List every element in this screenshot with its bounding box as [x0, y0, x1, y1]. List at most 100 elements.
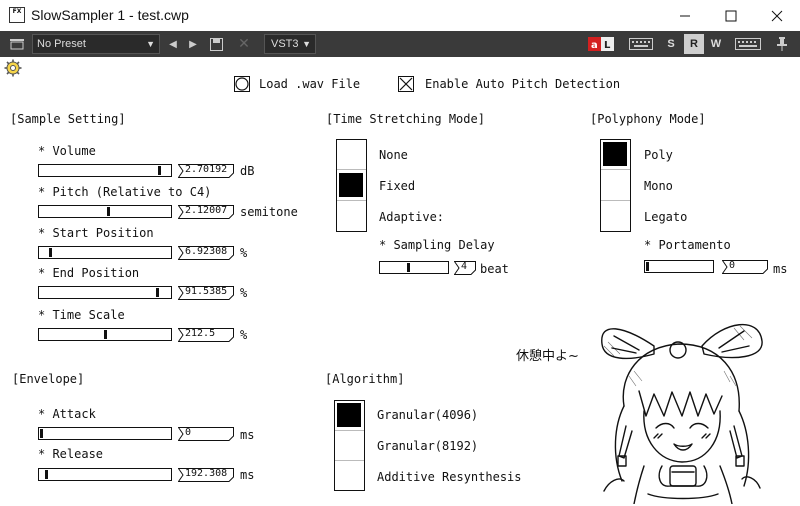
settings-gear-icon[interactable]: [4, 59, 22, 77]
preset-name: No Preset: [37, 38, 86, 50]
save-icon: [209, 37, 223, 51]
polyphony-option-mono[interactable]: [601, 171, 630, 201]
time-stretch-option-adaptive[interactable]: [337, 202, 366, 232]
chevron-down-icon: ▼: [146, 39, 155, 49]
release-value-box[interactable]: 192.308: [178, 468, 234, 482]
attack-value-box[interactable]: 0: [178, 427, 234, 441]
polyphony-label-poly[interactable]: Poly: [644, 148, 673, 162]
algorithm-option-granular-4096[interactable]: [335, 401, 364, 431]
end-position-value-box[interactable]: 91.5385: [178, 286, 234, 300]
attack-label: * Attack: [38, 407, 96, 421]
sampling-delay-unit: beat: [480, 262, 509, 276]
time-stretch-label-adaptive[interactable]: Adaptive:: [379, 210, 444, 224]
plugin-format-dropdown[interactable]: VST3 ▼: [264, 34, 316, 54]
routing-icon: aL: [588, 37, 614, 51]
algorithm-label-granular-8192[interactable]: Granular(8192): [377, 439, 478, 453]
close-button[interactable]: [754, 0, 800, 31]
time-stretch-label-fixed[interactable]: Fixed: [379, 179, 415, 193]
pin-icon: [777, 37, 787, 51]
menu-button[interactable]: [6, 34, 28, 54]
read-automation-button[interactable]: R: [684, 34, 704, 54]
volume-slider[interactable]: [38, 164, 172, 177]
prev-preset-button[interactable]: ◀: [164, 34, 182, 54]
sampling-delay-value-box[interactable]: 4: [454, 261, 476, 275]
start-position-label: * Start Position: [38, 226, 154, 240]
svg-text:a: a: [591, 40, 598, 51]
preset-dropdown[interactable]: No Preset ▼: [32, 34, 160, 54]
auto-pitch-checkbox[interactable]: [398, 76, 414, 92]
portamento-unit: ms: [773, 262, 788, 276]
polyphony-label-mono[interactable]: Mono: [644, 179, 673, 193]
slider-knob[interactable]: [646, 262, 649, 271]
time-scale-value: 212.5: [185, 328, 216, 339]
save-preset-button[interactable]: [205, 34, 227, 54]
solo-button[interactable]: S: [661, 34, 681, 54]
attack-unit: ms: [240, 428, 255, 442]
algorithm-option-granular-8192[interactable]: [335, 431, 364, 461]
pin-button[interactable]: [772, 34, 792, 54]
end-position-unit: %: [240, 286, 248, 300]
chevron-down-icon: ▼: [302, 39, 311, 49]
keyboard-grid-icon: [629, 38, 653, 50]
algorithm-option-additive[interactable]: [335, 461, 364, 491]
release-slider[interactable]: [38, 468, 172, 481]
pitch-value-box[interactable]: 2.12007: [178, 205, 234, 219]
slider-knob[interactable]: [40, 429, 43, 438]
release-value: 192.308: [185, 468, 228, 479]
time-stretch-label-none[interactable]: None: [379, 148, 408, 162]
plugin-format-label: VST3: [271, 38, 299, 50]
release-label: * Release: [38, 447, 104, 461]
time-stretch-option-fixed[interactable]: [337, 171, 366, 201]
algorithm-label-additive[interactable]: Additive Resynthesis: [377, 470, 522, 484]
load-wav-button[interactable]: [234, 76, 250, 92]
write-automation-button[interactable]: W: [706, 34, 726, 54]
window-title: SlowSampler 1 - test.cwp: [31, 7, 189, 23]
time-stretch-option-none[interactable]: [337, 140, 366, 170]
start-position-slider[interactable]: [38, 246, 172, 259]
slider-knob[interactable]: [45, 470, 49, 479]
polyphony-radio-group: [600, 139, 631, 232]
polyphony-option-legato[interactable]: [601, 202, 630, 232]
next-preset-button[interactable]: ▶: [184, 34, 202, 54]
auto-pitch-label[interactable]: Enable Auto Pitch Detection: [425, 77, 620, 91]
start-position-unit: %: [240, 246, 248, 260]
maximize-button[interactable]: [708, 0, 754, 31]
volume-value: 2.70192: [185, 164, 228, 175]
minimize-button[interactable]: [662, 0, 708, 31]
algorithm-header: [Algorithm]: [325, 372, 405, 386]
qwerty-keyboard-button[interactable]: [733, 34, 763, 54]
volume-value-box[interactable]: 2.70192: [178, 164, 234, 178]
slider-knob[interactable]: [158, 166, 162, 175]
delete-preset-button[interactable]: ✕: [233, 34, 255, 54]
menu-icon: [10, 39, 24, 50]
load-circle-icon: [234, 76, 250, 92]
slider-knob[interactable]: [103, 330, 107, 339]
time-scale-value-box[interactable]: 212.5: [178, 328, 234, 342]
arrow-right-icon: ▶: [189, 38, 197, 50]
attack-slider[interactable]: [38, 427, 172, 440]
time-scale-slider[interactable]: [38, 328, 172, 341]
app-icon[interactable]: FX: [9, 7, 25, 23]
checkbox-x-icon: [398, 76, 414, 92]
algorithm-label-granular-4096[interactable]: Granular(4096): [377, 408, 478, 422]
svg-text:L: L: [604, 40, 611, 51]
pitch-slider[interactable]: [38, 205, 172, 218]
sampling-delay-slider[interactable]: [379, 261, 449, 274]
portamento-value-box[interactable]: 0: [722, 260, 768, 274]
polyphony-option-poly[interactable]: [601, 140, 630, 170]
start-position-value-box[interactable]: 6.92308: [178, 246, 234, 260]
gear-icon: [4, 59, 22, 77]
volume-unit: dB: [240, 164, 255, 178]
slider-knob[interactable]: [48, 248, 52, 257]
routing-button[interactable]: aL: [587, 34, 615, 54]
end-position-slider[interactable]: [38, 286, 172, 299]
slider-knob[interactable]: [156, 288, 160, 297]
load-wav-label[interactable]: Load .wav File: [259, 77, 360, 91]
keyboard-button[interactable]: [627, 34, 655, 54]
slider-knob[interactable]: [107, 207, 111, 216]
host-toolbar: No Preset ▼ ◀ ▶ ✕ VST3 ▼ aL S R W: [0, 31, 800, 57]
portamento-slider[interactable]: [644, 260, 714, 273]
slider-knob[interactable]: [407, 263, 411, 272]
polyphony-label-legato[interactable]: Legato: [644, 210, 687, 224]
arrow-left-icon: ◀: [169, 38, 177, 50]
